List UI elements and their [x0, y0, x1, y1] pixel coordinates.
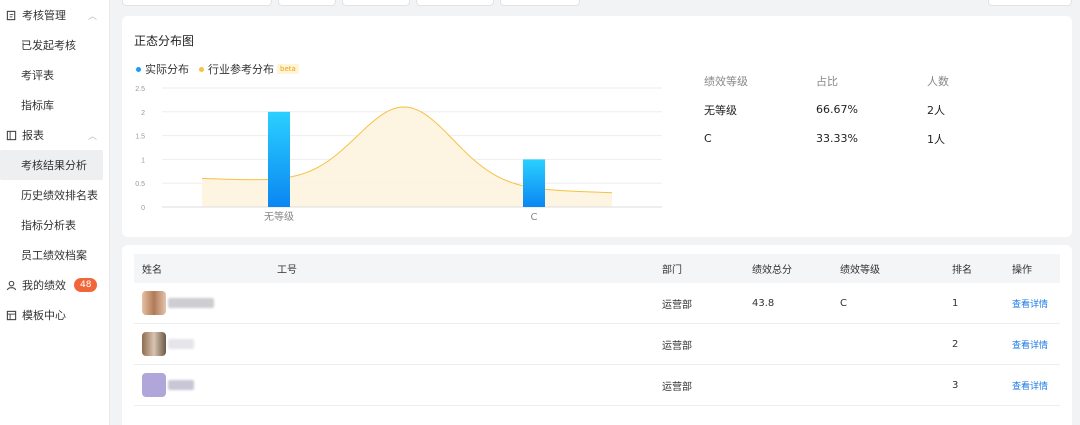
- employee-name-cell: [134, 291, 269, 315]
- sidebar-group-label: 报表: [22, 129, 44, 142]
- edit-doc-icon: [4, 8, 18, 22]
- filter-button[interactable]: [500, 0, 580, 6]
- chevron-up-icon: ︿: [87, 11, 97, 22]
- report-icon: [4, 128, 18, 142]
- view-details-link[interactable]: 查看详情: [1012, 382, 1048, 392]
- employee-name-cell: [134, 332, 269, 356]
- y-tick-label: 0: [141, 205, 145, 212]
- filter-button[interactable]: [416, 0, 494, 6]
- grade-stats-table: 绩效等级 占比 人数 无等级 66.67% 2人 C 33.33% 1人: [704, 66, 1004, 153]
- stats-header: 绩效等级 占比 人数: [704, 74, 949, 88]
- filter-select[interactable]: [122, 0, 272, 6]
- distribution-card: 正态分布图 实际分布 行业参考分布 beta 0 0.5 1 1.5 2 2.5 无等级 C 绩…: [122, 16, 1072, 237]
- x-tick-label: C: [531, 212, 538, 223]
- view-details-link[interactable]: 查看详情: [1012, 300, 1048, 310]
- user-icon: [4, 278, 18, 292]
- x-tick-label: 无等级: [264, 210, 294, 223]
- export-button[interactable]: [988, 0, 1072, 6]
- sidebar-item-launched[interactable]: 已发起考核: [0, 30, 109, 60]
- my-performance-label: 我的绩效: [22, 279, 66, 292]
- sidebar-item-result-analysis[interactable]: 考核结果分析: [0, 150, 103, 180]
- sidebar-item-history-ranking[interactable]: 历史绩效排名表: [0, 180, 109, 210]
- table-row: 运营部 3 查看详情: [134, 365, 1060, 406]
- chart-legend: 实际分布 行业参考分布 beta: [136, 61, 309, 77]
- view-details-link[interactable]: 查看详情: [1012, 341, 1048, 351]
- sidebar-group-assessment[interactable]: 考核管理 ︿: [0, 0, 109, 30]
- filter-button[interactable]: [342, 0, 410, 6]
- sidebar-item-indicators[interactable]: 指标库: [0, 90, 109, 120]
- avatar: [142, 291, 166, 315]
- redacted-name: [168, 298, 214, 308]
- y-tick-label: 1: [141, 157, 145, 164]
- reference-area: [202, 107, 612, 207]
- results-table-card: 姓名 工号 部门 绩效总分 绩效等级 排名 操作 运营部 43.8 C 1 查看…: [122, 245, 1072, 425]
- y-tick-label: 2.5: [135, 86, 145, 93]
- table-header: 姓名 工号 部门 绩效总分 绩效等级 排名 操作: [134, 254, 1060, 283]
- sidebar-item-my-performance[interactable]: 我的绩效 48: [0, 270, 109, 300]
- sidebar-group-label: 考核管理: [22, 9, 66, 22]
- stats-row: C 33.33% 1人: [704, 132, 945, 146]
- template-icon: [4, 308, 18, 322]
- legend-reference[interactable]: 行业参考分布 beta: [199, 61, 299, 77]
- distribution-chart: 0 0.5 1 1.5 2 2.5 无等级 C: [135, 86, 662, 223]
- filter-button[interactable]: [278, 0, 336, 6]
- templates-label: 模板中心: [22, 309, 66, 322]
- avatar: [142, 373, 166, 397]
- y-tick-label: 2: [141, 110, 145, 117]
- y-tick-label: 1.5: [135, 134, 145, 141]
- redacted-name: [168, 339, 194, 349]
- sidebar: 考核管理 ︿ 已发起考核 考评表 指标库 报表 ︿ 考核结果分析 历史绩效排名表…: [0, 0, 110, 425]
- redacted-name: [168, 380, 194, 390]
- table-row: 运营部 43.8 C 1 查看详情: [134, 283, 1060, 324]
- bar-grade-c: [523, 159, 545, 207]
- sidebar-item-templates[interactable]: 模板中心: [0, 300, 109, 330]
- sidebar-group-reports[interactable]: 报表 ︿: [0, 120, 109, 150]
- results-table: 姓名 工号 部门 绩效总分 绩效等级 排名 操作 运营部 43.8 C 1 查看…: [134, 254, 1060, 406]
- sidebar-item-indicator-analysis[interactable]: 指标分析表: [0, 210, 109, 240]
- beta-badge: beta: [277, 64, 299, 74]
- chevron-up-icon: ︿: [87, 131, 97, 142]
- bar-no-grade: [268, 111, 290, 207]
- employee-name-cell: [134, 373, 269, 397]
- y-tick-label: 0.5: [135, 181, 145, 188]
- count-badge: 48: [74, 278, 98, 292]
- avatar: [142, 332, 166, 356]
- legend-actual[interactable]: 实际分布: [136, 61, 189, 77]
- sidebar-item-evaluation-form[interactable]: 考评表: [0, 60, 109, 90]
- table-row: 运营部 2 查看详情: [134, 324, 1060, 365]
- stats-row: 无等级 66.67% 2人: [704, 103, 945, 117]
- chart-title: 正态分布图: [134, 34, 195, 48]
- sidebar-item-employee-archive[interactable]: 员工绩效档案: [0, 240, 109, 270]
